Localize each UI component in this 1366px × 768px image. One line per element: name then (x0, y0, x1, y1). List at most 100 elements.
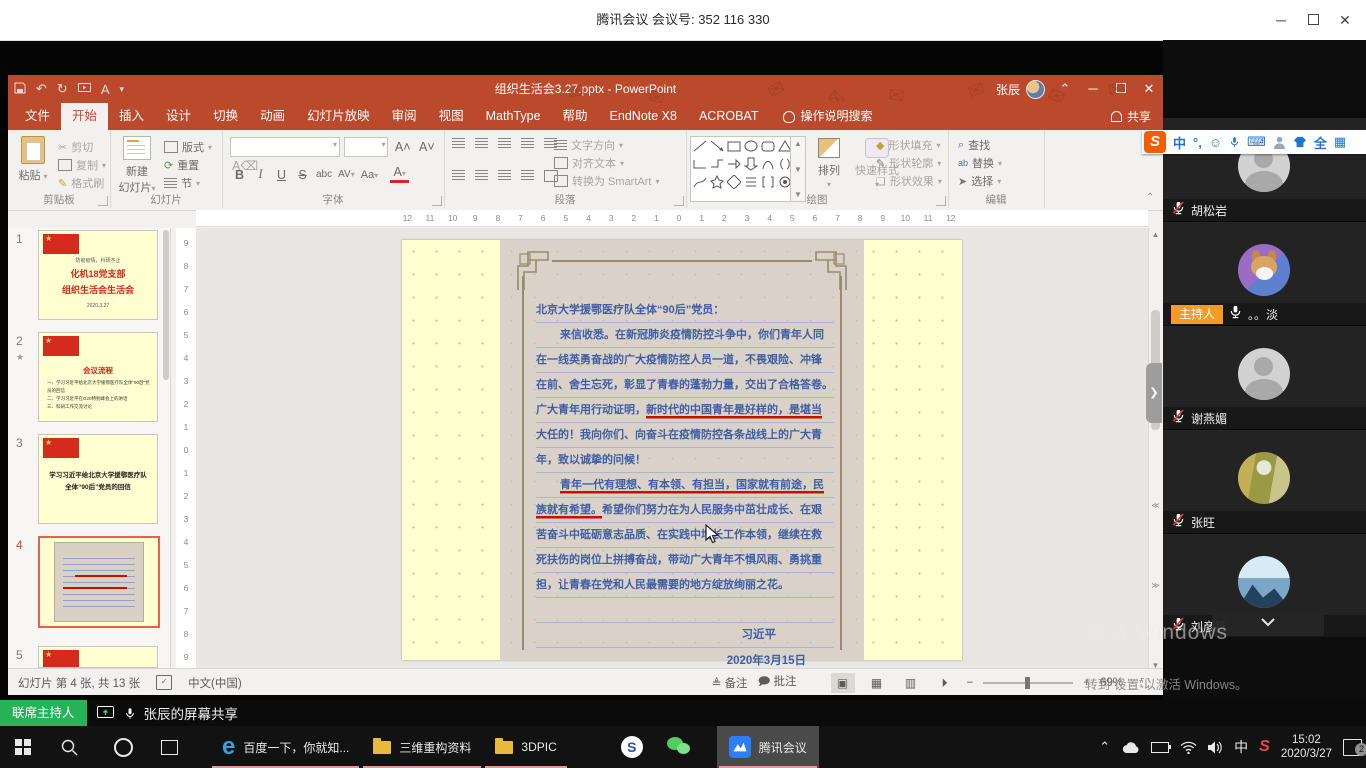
editing-scrollbar[interactable]: ▲ ≪ ≫ ▼ (1148, 228, 1162, 672)
section-button[interactable]: 节 ▾ (164, 174, 212, 192)
ime-voice-icon[interactable] (1229, 135, 1240, 149)
tray-expand-icon[interactable]: ⌃ (1099, 739, 1110, 755)
shrink-font-button[interactable]: A˅ (417, 140, 437, 154)
tab-ACROBAT[interactable]: ACROBAT (688, 103, 770, 130)
search-button[interactable] (46, 726, 92, 768)
replace-button[interactable]: ab 替换 ▾ (958, 154, 1002, 172)
tab-文件[interactable]: 文件 (14, 103, 61, 130)
start-button[interactable] (0, 726, 46, 768)
shape-icon[interactable] (744, 139, 758, 158)
taskbar-item-百度一下，你就知...[interactable]: e 百度一下，你就知... (210, 726, 361, 768)
ime-person-icon[interactable] (1273, 136, 1286, 149)
letter-image[interactable]: 北京大学援鄂医疗队全体“90后”党员： 来信收悉。在新冠肺炎疫情防控斗争中，你们青… (500, 240, 864, 667)
ime-keyboard-icon[interactable]: ⌨ (1247, 134, 1266, 150)
comments-button[interactable]: 🗩 批注 (758, 673, 797, 693)
slide-thumbnail-4[interactable] (38, 536, 160, 628)
sidebar-collapse-handle[interactable]: ❯ (1146, 363, 1162, 423)
ime-mode-indicator[interactable]: 中 (1234, 737, 1248, 757)
participant-tile[interactable]: 主持人 。。淡 (1163, 222, 1366, 327)
shape-icon[interactable] (727, 139, 741, 158)
taskbar-item-腾讯会议[interactable]: 腾讯会议 (716, 726, 819, 768)
smartart-button[interactable]: 转换为 SmartArt ▾ (554, 172, 659, 190)
align-right-icon[interactable] (498, 170, 511, 180)
slide-thumbnail-1[interactable]: 防疫疫情，科研不止化机18党支部组织生活会生活会 2020.3.27 (38, 230, 158, 320)
tab-MathType[interactable]: MathType (475, 103, 552, 130)
drawing-dialog-launcher[interactable] (936, 196, 946, 206)
slide-thumbnail-2[interactable]: 会议流程一、学习习近平给北京大学援鄂医疗队全体“90后”党员的回信二、学习习近平… (38, 332, 158, 422)
shape-icon[interactable] (693, 175, 707, 194)
tab-动画[interactable]: 动画 (249, 103, 296, 130)
cortana-button[interactable] (100, 726, 146, 768)
ime-chinese-mode-icon[interactable]: 中 (1173, 133, 1186, 152)
volume-icon[interactable] (1208, 741, 1223, 754)
shape-icon[interactable] (693, 139, 707, 158)
align-left-icon[interactable] (452, 170, 465, 180)
format-painter-button[interactable]: ✎ 格式刷 (58, 174, 106, 192)
paragraph-dialog-launcher[interactable] (674, 196, 684, 206)
slideshow-icon[interactable]: ⏵ (933, 673, 957, 693)
font-name-combobox[interactable] (230, 137, 340, 157)
normal-view-icon[interactable]: ▣ (830, 672, 855, 693)
tab-帮助[interactable]: 帮助 (552, 103, 599, 130)
align-text-button[interactable]: 对齐文本 ▾ (554, 154, 659, 172)
layout-button[interactable]: 版式 ▾ (164, 138, 212, 156)
touch-mode-icon[interactable]: A (101, 82, 110, 97)
taskbar-item-wechat[interactable] (655, 726, 703, 768)
minimize-button[interactable]: ─ (1266, 0, 1296, 40)
justify-icon[interactable] (521, 170, 534, 180)
font-size-combobox[interactable] (344, 137, 389, 157)
onedrive-cloud-icon[interactable] (1121, 741, 1140, 754)
change-case-button[interactable]: Aa▾ (359, 169, 380, 181)
shape-icon[interactable] (726, 173, 742, 194)
video-list-collapse-button[interactable] (1212, 612, 1324, 636)
redo-icon[interactable]: ↻ (57, 81, 68, 97)
spellcheck-icon[interactable]: ✓ (156, 675, 173, 690)
collapse-ribbon-icon[interactable]: ⌃ (1146, 192, 1154, 203)
shape-icon[interactable] (761, 139, 775, 158)
clipboard-dialog-launcher[interactable] (98, 196, 108, 206)
maximize-button[interactable] (1298, 0, 1328, 40)
tab-插入[interactable]: 插入 (108, 103, 155, 130)
vertical-ruler[interactable]: 9876543210123456789 (176, 228, 197, 668)
sogou-tray-icon[interactable]: S (1259, 738, 1270, 756)
copy-button[interactable]: 复制 ▾ (58, 156, 106, 174)
cut-button[interactable]: ✂ 剪切 (58, 138, 106, 156)
font-color-button[interactable]: A▾ (390, 166, 410, 183)
slide-editing-area[interactable]: 北京大学援鄂医疗队全体“90后”党员： 来信收悉。在新冠肺炎疫情防控斗争中，你们青… (196, 228, 1148, 668)
grow-font-button[interactable]: A˄ (393, 140, 413, 154)
sogou-ime-toolbar[interactable]: S 中 °, ☺ ⌨ 全 ▦ (1142, 130, 1366, 154)
ppt-close-button[interactable]: ✕ (1135, 75, 1163, 103)
horizontal-ruler[interactable]: 12 11 10 9 8 7 6 5 4 3 2 1 0 1 2 3 4 5 6 7 8 9 10 11 12 (196, 210, 1148, 227)
shape-icon[interactable] (761, 157, 775, 176)
ime-emoji-icon[interactable]: ☺ (1209, 135, 1222, 150)
shape-icon[interactable] (710, 174, 724, 194)
font-dialog-launcher[interactable] (432, 196, 442, 206)
taskbar-clock[interactable]: 15:02 2020/3/27 (1281, 733, 1332, 761)
previous-slide-icon[interactable]: ≪ (1151, 501, 1159, 510)
shape-icon[interactable] (761, 175, 775, 194)
shape-icon[interactable] (710, 139, 724, 158)
notes-button[interactable]: ≜ 备注 (712, 675, 748, 691)
scroll-up-icon[interactable]: ▲ (1152, 230, 1160, 239)
slide-thumbnail-panel[interactable]: 1 防疫疫情，科研不止化机18党支部组织生活会生活会 2020.3.27 2★ 会议流程… (8, 228, 171, 668)
tab-幻灯片放映[interactable]: 幻灯片放映 (296, 103, 381, 130)
ime-punctuation-icon[interactable]: °, (1193, 135, 1202, 150)
ime-fullwidth-icon[interactable]: 全 (1314, 133, 1327, 152)
shape-icon[interactable] (710, 157, 724, 176)
text-direction-button[interactable]: 文字方向 ▾ (554, 136, 659, 154)
account-area[interactable]: 张辰 (996, 75, 1045, 103)
paste-button[interactable]: 粘贴 ▾ (10, 134, 56, 183)
sogou-logo-icon[interactable]: S (1144, 131, 1166, 153)
slide-sorter-icon[interactable]: ▦ (865, 673, 889, 693)
zoom-slider[interactable] (983, 676, 1074, 689)
shape-effects-button[interactable]: ❑ 形状效果 ▾ (876, 172, 946, 190)
bullets-icon[interactable] (452, 138, 465, 148)
character-spacing-button[interactable]: AV▾ (336, 169, 357, 180)
ppt-minimize-button[interactable]: ─ (1079, 75, 1107, 103)
ime-skin-icon[interactable] (1293, 136, 1307, 148)
share-button[interactable]: 共享 (1110, 103, 1151, 130)
increase-indent-icon[interactable] (521, 138, 534, 148)
numbering-icon[interactable] (475, 138, 488, 148)
reset-button[interactable]: ⟳ 重置 (164, 156, 212, 174)
arrange-button[interactable]: 排列 ▾ (806, 134, 852, 190)
